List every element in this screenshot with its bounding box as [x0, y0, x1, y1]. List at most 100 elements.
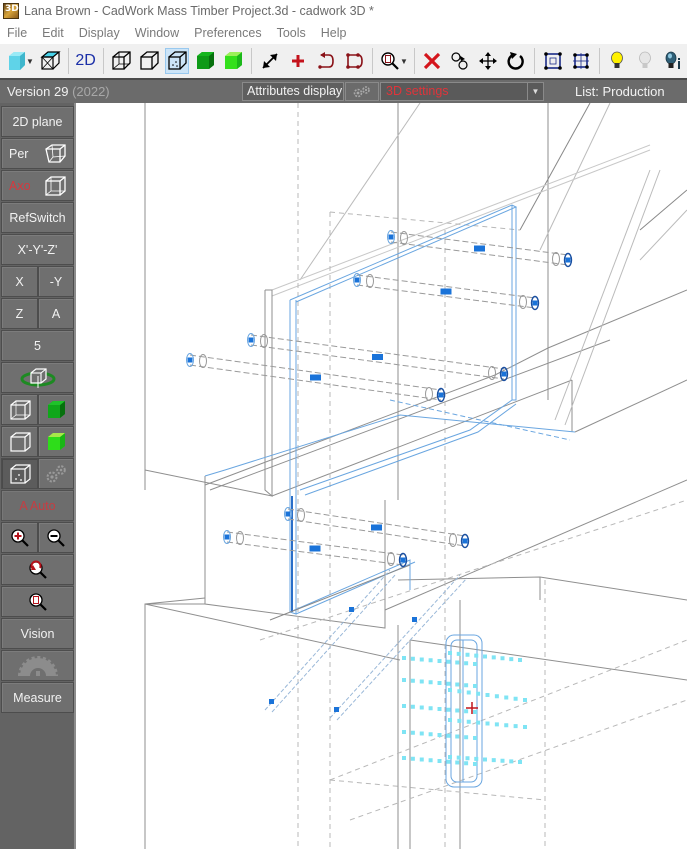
- nail: [455, 682, 460, 687]
- nail: [419, 757, 424, 762]
- nail: [513, 724, 518, 729]
- zoom-in-icon: [10, 528, 29, 547]
- solid-green-button[interactable]: [193, 48, 217, 74]
- view-x-button[interactable]: X: [1, 266, 38, 297]
- hidden-line-dots-button[interactable]: [165, 48, 190, 74]
- nail: [446, 733, 451, 738]
- frame-nodes-alt-button[interactable]: [569, 48, 593, 74]
- menu-edit[interactable]: Edit: [42, 26, 64, 40]
- rotate-view-button[interactable]: [1, 362, 74, 393]
- light-green-cube-icon: [48, 432, 65, 450]
- zoom-out-button[interactable]: [38, 522, 74, 553]
- nail: [455, 708, 460, 713]
- hidden-line-view-button[interactable]: [1, 426, 38, 457]
- lights-info-button[interactable]: [661, 48, 685, 74]
- zoom-in-button[interactable]: [1, 522, 38, 553]
- shading-dropdown-arrow[interactable]: ▼: [26, 57, 34, 66]
- nail: [437, 759, 442, 763]
- nail: [437, 681, 442, 685]
- view-neg-y-button[interactable]: -Y: [38, 266, 74, 297]
- settings-gear-button[interactable]: [345, 82, 379, 101]
- zoom-page-button[interactable]: [378, 48, 402, 74]
- dowel-group: [186, 230, 573, 568]
- move-button[interactable]: [476, 48, 500, 74]
- 2d-plane-button[interactable]: 2D plane: [1, 106, 74, 137]
- 3d-viewport[interactable]: [78, 103, 687, 849]
- nail: [483, 757, 487, 762]
- nail: [509, 759, 514, 764]
- delete-button[interactable]: [420, 48, 444, 74]
- gear-wheel-button[interactable]: [1, 650, 74, 681]
- nail: [402, 678, 406, 682]
- view-2d-button[interactable]: 2D: [74, 48, 96, 74]
- light-green-button[interactable]: [221, 48, 245, 74]
- hidden-line-button[interactable]: [137, 48, 161, 74]
- view-5-button[interactable]: 5: [1, 330, 74, 361]
- list-production-label[interactable]: List: Production: [575, 84, 665, 99]
- rectangle-arrows-button[interactable]: [342, 48, 366, 74]
- beam-edge-line: [204, 289, 687, 486]
- solid-view-button[interactable]: [38, 394, 74, 425]
- hidden-line-dots-view-button[interactable]: [1, 458, 38, 489]
- menu-file[interactable]: File: [7, 26, 27, 40]
- nail: [428, 732, 433, 737]
- shaded-cube-button[interactable]: [6, 48, 28, 74]
- view-settings-gear-button[interactable]: [38, 458, 74, 489]
- perspective-button[interactable]: Per: [1, 138, 74, 169]
- nail: [437, 733, 442, 737]
- nail: [464, 661, 469, 666]
- title-bar: 3D Lana Brown - CadWork Mass Timber Proj…: [0, 0, 687, 22]
- view-z-button[interactable]: Z: [1, 298, 38, 329]
- menu-preferences[interactable]: Preferences: [194, 26, 261, 40]
- zoom-previous-button[interactable]: [1, 554, 74, 585]
- nail: [500, 656, 505, 661]
- frame-nodes-button[interactable]: [541, 48, 565, 74]
- 3d-settings-dropdown[interactable]: 3D settings ▼: [380, 82, 544, 101]
- nail: [483, 654, 487, 659]
- wireframe-button[interactable]: [109, 48, 133, 74]
- view-control-panel: 2D plane Per Axo RefSwitch X'-Y'-Z' X -Y…: [0, 103, 76, 849]
- nail: [474, 653, 479, 658]
- lights-off-button[interactable]: [633, 48, 657, 74]
- view-a-button[interactable]: A: [38, 298, 74, 329]
- axonometric-button[interactable]: Axo: [1, 170, 74, 201]
- beam-edge-line: [144, 379, 573, 497]
- measure-button[interactable]: Measure: [1, 682, 74, 713]
- attributes-display-button[interactable]: Attributes display: [242, 82, 344, 101]
- menu-help[interactable]: Help: [321, 26, 347, 40]
- add-point-button[interactable]: [286, 48, 310, 74]
- shaded-view-button[interactable]: [38, 426, 74, 457]
- xyz-prime-button[interactable]: X'-Y'-Z': [1, 234, 74, 265]
- auto-button[interactable]: A Auto: [1, 490, 74, 521]
- dowel: [387, 230, 573, 268]
- refswitch-button[interactable]: RefSwitch: [1, 202, 74, 233]
- gears-icon: [46, 464, 66, 482]
- cadwork-app-icon: 3D: [3, 3, 19, 19]
- lightbulb-off-icon: [639, 51, 651, 68]
- nail: [494, 694, 499, 699]
- menu-tools[interactable]: Tools: [277, 26, 306, 40]
- nail: [513, 696, 518, 701]
- lights-on-button[interactable]: [605, 48, 629, 74]
- nail: [402, 730, 406, 734]
- nail: [428, 680, 433, 685]
- zoom-dropdown-arrow[interactable]: ▼: [400, 57, 408, 66]
- select-by-circles-button[interactable]: [448, 48, 472, 74]
- zoom-all-button[interactable]: [1, 586, 74, 617]
- gear-wheel-icon: [17, 655, 58, 676]
- vision-button[interactable]: Vision: [1, 618, 74, 649]
- hidden-line-cube-icon: [9, 431, 31, 452]
- diagonal-arrow-button[interactable]: [258, 48, 282, 74]
- menu-display[interactable]: Display: [79, 26, 120, 40]
- menu-window[interactable]: Window: [135, 26, 179, 40]
- nail: [523, 725, 527, 729]
- top-face-cube-button[interactable]: [38, 48, 62, 74]
- chevron-down-icon[interactable]: ▼: [527, 83, 543, 100]
- rotate-button[interactable]: [504, 48, 528, 74]
- nail: [476, 720, 481, 725]
- connect-button[interactable]: [314, 48, 338, 74]
- rotate-cube-icon: [20, 367, 55, 388]
- wireframe-view-button[interactable]: [1, 394, 38, 425]
- nail: [446, 681, 451, 686]
- nail-group: [402, 651, 527, 766]
